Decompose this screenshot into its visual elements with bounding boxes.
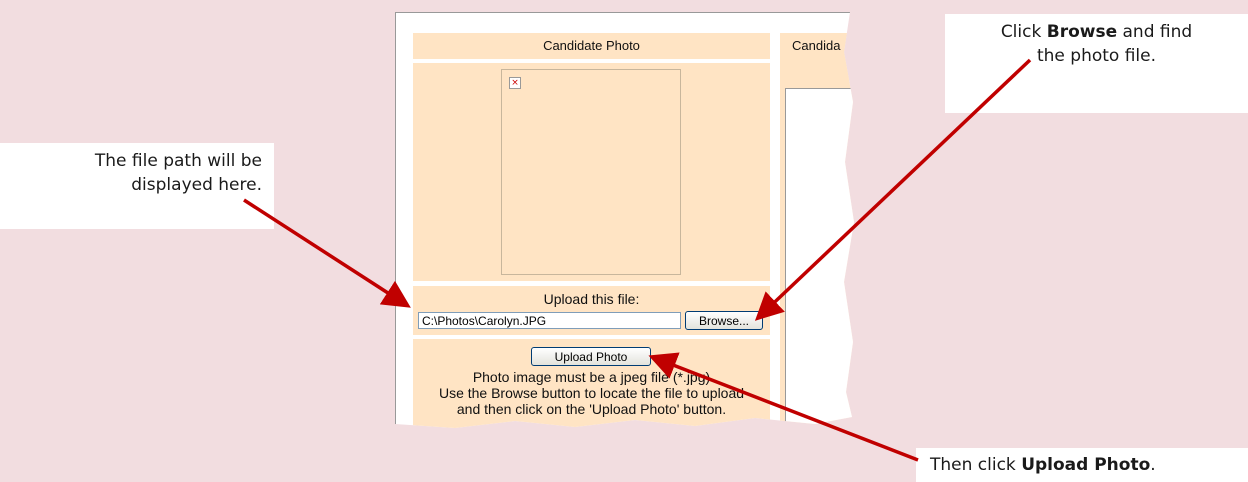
arrow-to-browse [754, 58, 1032, 321]
arrow-to-upload-photo [648, 352, 919, 462]
arrow-to-file-path [243, 198, 411, 308]
callout-arrows [243, 58, 1032, 462]
